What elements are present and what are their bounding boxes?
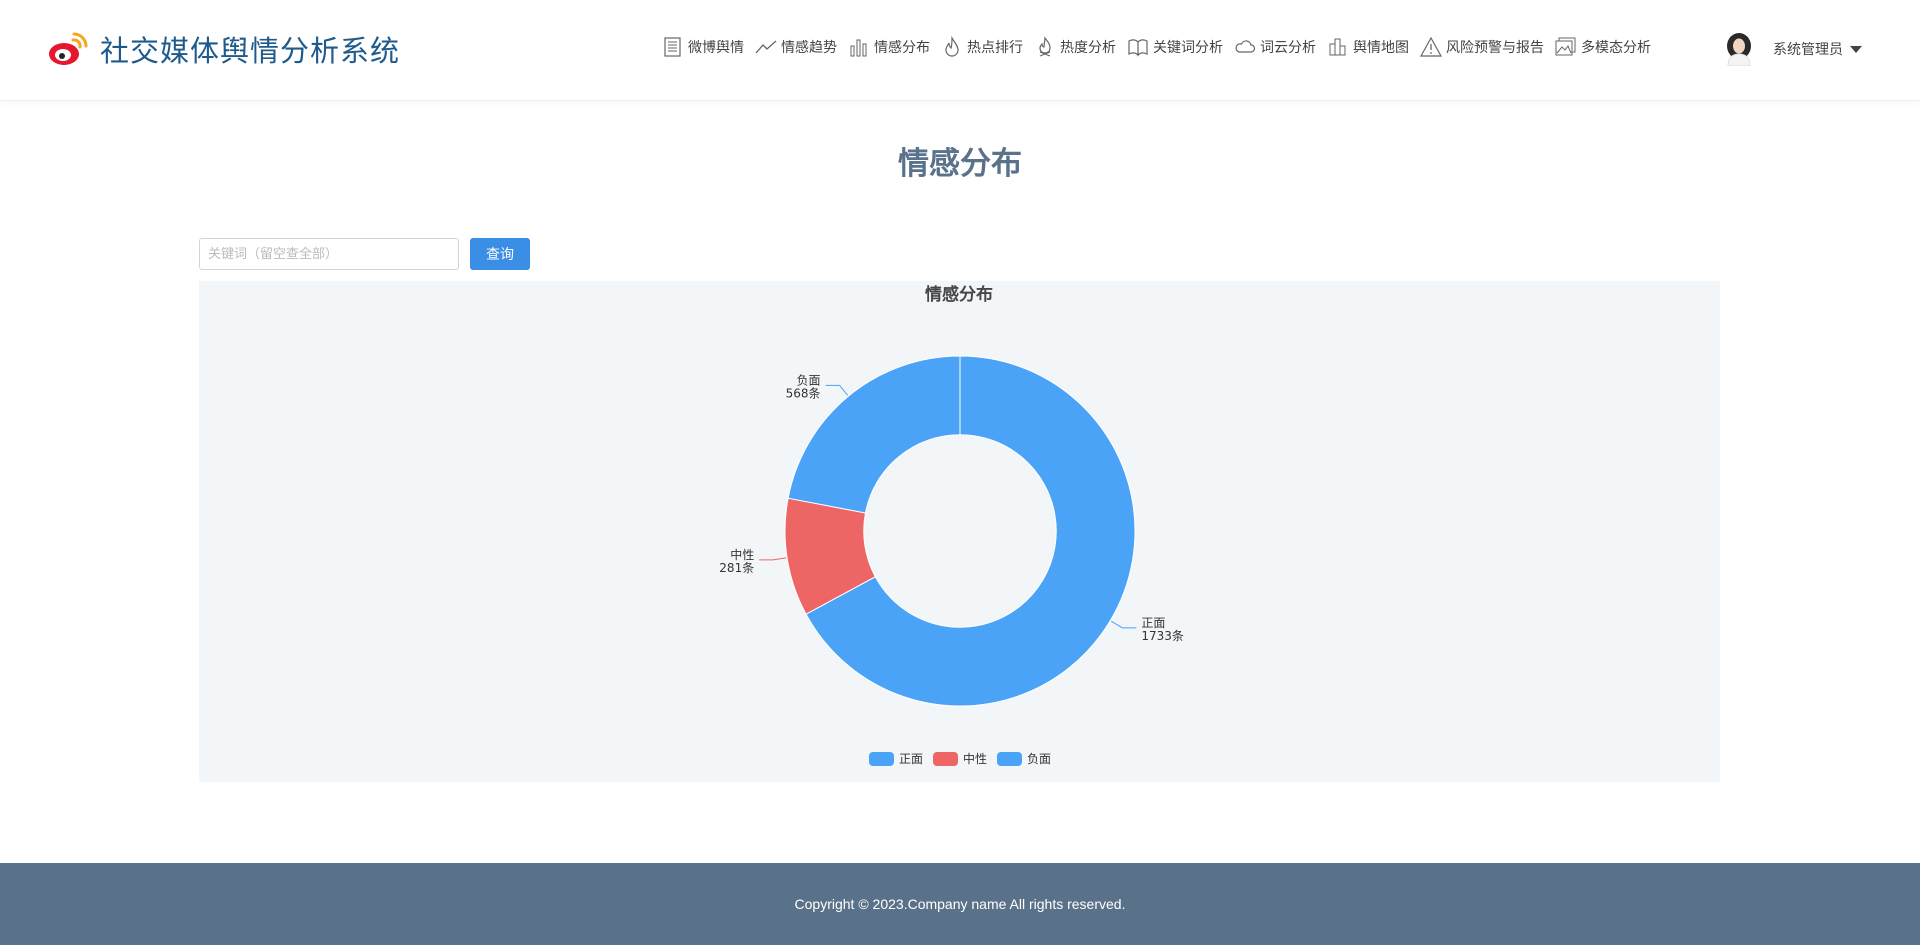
nav-item-heat-analysis[interactable]: 热度分析 — [1034, 36, 1116, 58]
nav-label: 关键词分析 — [1153, 40, 1223, 56]
legend-swatch — [997, 752, 1022, 766]
sentiment-distribution-chart: 情感分布 正面 1733条 中性 281条 负面 568条 正面 中性 负面 — [199, 281, 1720, 782]
legend-item-0[interactable]: 正面 — [869, 752, 923, 766]
user-name: 系统管理员 — [1773, 42, 1843, 58]
donut-chart-svg: 情感分布 正面1733条中性281条负面568条 正面 中性 负面 — [719, 284, 1184, 766]
legend-swatch — [869, 752, 894, 766]
nav-label: 热点排行 — [967, 40, 1023, 56]
chart-slices — [784, 355, 1136, 707]
legend-label: 负面 — [1027, 752, 1051, 766]
weibo-logo-icon — [49, 32, 88, 65]
chart-slice-label-value: 568条 — [786, 386, 821, 400]
nav-item-wordcloud-analysis[interactable]: 词云分析 — [1234, 36, 1316, 58]
chevron-down-icon — [1850, 45, 1862, 53]
chart-slice-label-name: 中性 — [730, 547, 754, 562]
chart-slice-label-value: 281条 — [719, 561, 754, 575]
main-nav: 微博舆情 情感趋势 情感分布 热点排行 热度分析 关键词分析 词云分析 舆情地图… — [662, 36, 1662, 58]
chart-slice-label-value: 1733条 — [1141, 629, 1184, 643]
fire-icon — [1034, 36, 1056, 58]
legend-label: 中性 — [963, 751, 987, 766]
nav-label: 词云分析 — [1260, 40, 1316, 56]
chart-leader-line-0 — [1110, 620, 1137, 629]
nav-label: 微博舆情 — [688, 40, 744, 56]
chart-title: 情感分布 — [925, 284, 993, 305]
top-navbar: 社交媒体舆情分析系统 微博舆情 情感趋势 情感分布 热点排行 热度分析 关键词分… — [0, 0, 1920, 101]
legend-item-2[interactable]: 负面 — [997, 752, 1051, 766]
chart-leader-line-2 — [825, 384, 849, 396]
keyword-search-input[interactable] — [199, 238, 459, 270]
chart-slice-label-name: 负面 — [797, 373, 821, 387]
nav-label: 情感趋势 — [781, 40, 837, 56]
legend-item-1[interactable]: 中性 — [933, 751, 987, 766]
footer: Copyright © 2023.Company name All rights… — [0, 863, 1920, 945]
legend-swatch — [933, 752, 958, 766]
chart-legend[interactable]: 正面 中性 负面 — [869, 751, 1051, 766]
nav-label: 舆情地图 — [1353, 40, 1409, 56]
nav-item-keyword-analysis[interactable]: 关键词分析 — [1127, 36, 1223, 58]
chart-leader-line-1 — [759, 557, 787, 561]
image-icon — [1555, 36, 1577, 58]
nav-item-risk-warning-report[interactable]: 风险预警与报告 — [1420, 36, 1544, 58]
nav-item-multimodal-analysis[interactable]: 多模态分析 — [1555, 36, 1651, 58]
footer-copyright: Copyright © 2023.Company name All rights… — [794, 896, 1126, 912]
trend-line-icon — [755, 36, 777, 58]
warning-icon — [1420, 36, 1442, 58]
nav-label: 热度分析 — [1060, 40, 1116, 56]
user-menu[interactable]: 系统管理员 — [1724, 32, 1862, 66]
brand-logo[interactable]: 社交媒体舆情分析系统 — [48, 28, 400, 70]
book-icon — [1127, 36, 1149, 58]
page-title: 情感分布 — [898, 146, 1022, 182]
nav-label: 多模态分析 — [1581, 40, 1651, 56]
document-icon — [662, 36, 684, 58]
nav-item-weibo-opinion[interactable]: 微博舆情 — [662, 36, 744, 58]
nav-label: 情感分布 — [874, 40, 930, 56]
cloud-icon — [1234, 36, 1256, 58]
nav-item-hot-ranking[interactable]: 热点排行 — [941, 36, 1023, 58]
avatar — [1727, 33, 1751, 66]
chart-slice-label-name: 正面 — [1141, 616, 1165, 630]
query-button[interactable]: 查询 — [470, 238, 530, 270]
map-bars-icon — [1327, 36, 1349, 58]
flame-icon — [941, 36, 963, 58]
bar-chart-icon — [848, 36, 870, 58]
nav-item-sentiment-distribution[interactable]: 情感分布 — [848, 36, 930, 58]
legend-label: 正面 — [899, 752, 923, 766]
nav-item-sentiment-trend[interactable]: 情感趋势 — [755, 36, 837, 58]
nav-item-opinion-map[interactable]: 舆情地图 — [1327, 36, 1409, 58]
app-title: 社交媒体舆情分析系统 — [100, 34, 401, 68]
nav-label: 风险预警与报告 — [1446, 40, 1544, 56]
